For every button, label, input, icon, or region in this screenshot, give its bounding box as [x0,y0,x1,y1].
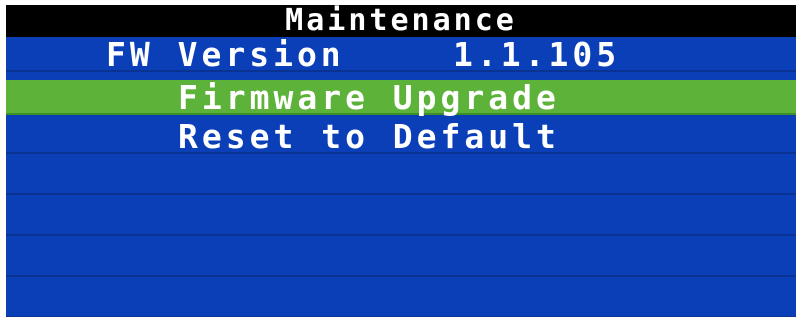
empty-menu-row [6,283,796,317]
menu-title: Maintenance [285,5,517,38]
menu-item-firmware-upgrade[interactable]: Firmware Upgrade [6,80,796,115]
menu-item-reset-to-default[interactable]: Reset to Default [6,119,796,154]
fw-version-value: 1.1.105 [453,35,621,74]
fw-version-label: FW Version [106,35,345,74]
empty-menu-row [6,160,796,195]
title-bar: Maintenance [6,5,796,37]
menu-item-label: Firmware Upgrade [178,78,560,117]
osd-menu-screen: Maintenance FW Version 1.1.105 Firmware … [6,5,796,317]
menu-item-label: Reset to Default [178,117,560,156]
empty-menu-row [6,201,796,236]
fw-version-row: FW Version 1.1.105 [6,37,796,72]
empty-menu-row [6,242,796,277]
